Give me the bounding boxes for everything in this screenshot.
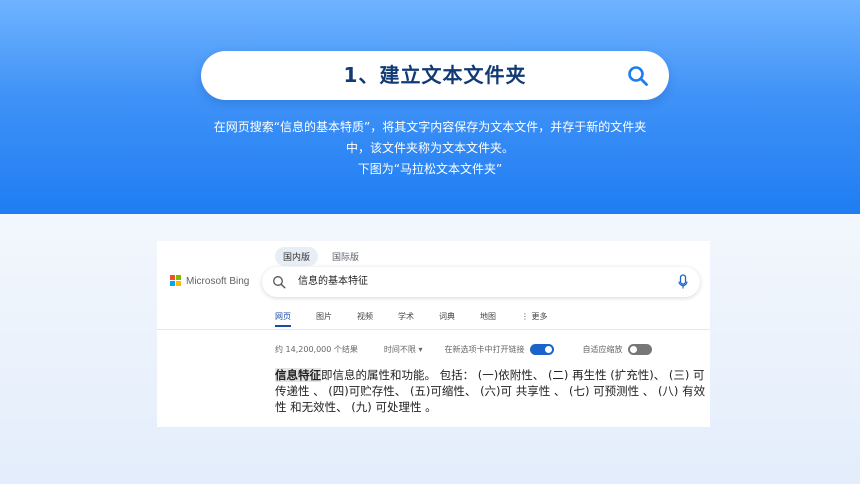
microsoft-logo-icon — [170, 275, 182, 287]
tab-domestic[interactable]: 国内版 — [275, 247, 319, 266]
open-new-tab-toggle[interactable] — [530, 343, 555, 355]
search-input[interactable]: 信息的基本特征 — [262, 267, 700, 297]
bing-screenshot: 国内版 国际版 Microsoft Bing 信息的基本特征 网页 图片 视频 … — [157, 241, 710, 427]
tab-maps[interactable]: 地图 — [480, 307, 496, 327]
result-text: 即信息的属性和功能。 包括： (一)依附性、 (二) 再生性 (扩充性)、 (三… — [275, 368, 706, 414]
result-count: 约 14,200,000 个结果 — [275, 344, 358, 354]
description-line: 下图为“马拉松文本文件夹” — [357, 162, 503, 176]
tab-academic[interactable]: 学术 — [398, 307, 414, 327]
region-tabs: 国内版 国际版 — [275, 247, 367, 266]
results-meta-row: 约 14,200,000 个结果 时间不限 ▾ 在新选项卡中打开链接 自适应缩放 — [275, 342, 705, 356]
open-new-tab-label: 在新选项卡中打开链接 — [444, 344, 525, 354]
divider — [157, 329, 710, 330]
search-value: 信息的基本特征 — [298, 276, 368, 287]
tab-dictionary[interactable]: 词典 — [439, 307, 455, 327]
slide-description: 在网页搜索“信息的基本特质”，将其文字内容保存为文本文件，并存于新的文件夹 中，… — [180, 117, 680, 180]
result-highlight: 信息特征 — [275, 368, 321, 382]
tab-videos[interactable]: 视频 — [357, 307, 373, 327]
time-filter[interactable]: 时间不限 ▾ — [384, 344, 423, 355]
more-dots-icon: ⋮ — [521, 312, 529, 321]
title-pill: 1、建立文本文件夹 — [201, 51, 669, 100]
search-icon — [628, 66, 648, 86]
result-snippet: 信息特征即信息的属性和功能。 包括： (一)依附性、 (二) 再生性 (扩充性)… — [275, 367, 707, 415]
search-icon — [273, 276, 286, 289]
description-line: 中，该文件夹称为文本文件夹。 — [345, 141, 514, 155]
tab-images[interactable]: 图片 — [316, 307, 332, 327]
search-nav-tabs: 网页 图片 视频 学术 词典 地图 ⋮ 更多 — [275, 307, 573, 327]
slide-title: 1、建立文本文件夹 — [343, 63, 527, 87]
time-filter-label: 时间不限 — [383, 344, 416, 354]
header-band — [0, 0, 860, 214]
caret-down-icon: ▾ — [418, 344, 423, 354]
tab-more-label: 更多 — [531, 312, 548, 321]
tab-web[interactable]: 网页 — [275, 307, 291, 327]
logo-text: Microsoft Bing — [186, 275, 250, 287]
tab-more[interactable]: ⋮ 更多 — [521, 307, 548, 327]
description-line: 在网页搜索“信息的基本特质”，将其文字内容保存为文本文件，并存于新的文件夹 — [213, 120, 647, 134]
adaptive-zoom-toggle[interactable] — [628, 343, 653, 355]
microphone-icon[interactable] — [678, 274, 688, 290]
adaptive-zoom-label: 自适应缩放 — [582, 344, 623, 354]
bing-logo[interactable]: Microsoft Bing — [170, 275, 249, 287]
tab-international[interactable]: 国际版 — [324, 247, 367, 266]
